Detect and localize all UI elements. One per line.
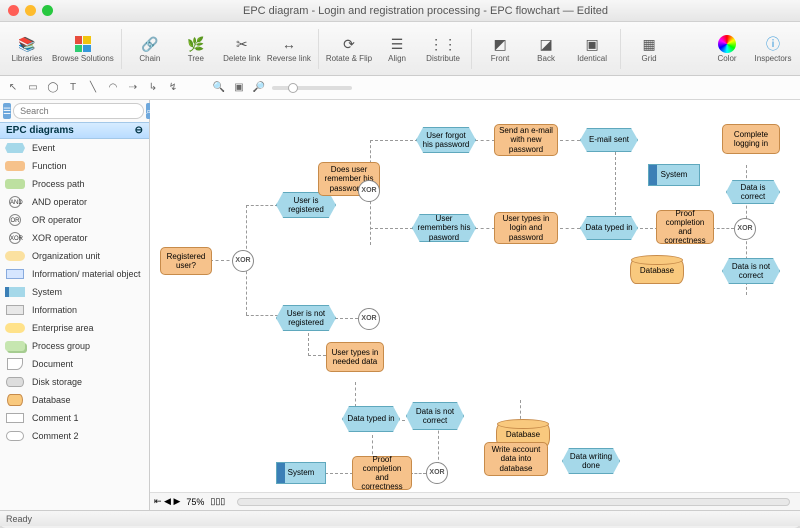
diagram-canvas[interactable]: Registered user? XOR User is registered … bbox=[150, 100, 800, 510]
libraries-button[interactable]: 📚Libraries bbox=[6, 25, 48, 73]
tool-connector2-icon[interactable]: ↳ bbox=[146, 81, 160, 95]
node-proof-a[interactable]: Proof completion and correctness bbox=[656, 210, 714, 244]
shape-item[interactable]: Organization unit bbox=[0, 247, 149, 265]
minimize-window[interactable] bbox=[25, 5, 36, 16]
status-text: Ready bbox=[6, 514, 32, 524]
tool-connector1-icon[interactable]: ⇢ bbox=[126, 81, 140, 95]
node-types-login[interactable]: User types in login and password bbox=[494, 212, 558, 244]
tool-zoom-out-icon[interactable]: 🔎 bbox=[252, 81, 266, 95]
shape-search: ☰ ⌕ bbox=[0, 100, 149, 122]
zoom-window[interactable] bbox=[42, 5, 53, 16]
panel-collapse-icon[interactable]: ⊖ bbox=[135, 125, 143, 136]
xor-1[interactable]: XOR bbox=[232, 250, 254, 272]
shape-item[interactable]: System bbox=[0, 283, 149, 301]
node-data-writing-done[interactable]: Data writing done bbox=[562, 448, 620, 474]
tool-rect-icon[interactable]: ▭ bbox=[26, 81, 40, 95]
shape-item[interactable]: Enterprise area bbox=[0, 319, 149, 337]
shape-item[interactable]: Comment 1 bbox=[0, 409, 149, 427]
main-toolbar: 📚Libraries Browse Solutions 🔗Chain 🌿Tree… bbox=[0, 22, 800, 76]
shape-item[interactable]: Event bbox=[0, 139, 149, 157]
window-titlebar: EPC diagram - Login and registration pro… bbox=[0, 0, 800, 22]
shape-item[interactable]: OROR operator bbox=[0, 211, 149, 229]
node-system-a[interactable]: System bbox=[648, 164, 700, 186]
node-data-not-correct-a[interactable]: Data is not correct bbox=[722, 258, 780, 284]
grid-button[interactable]: ▦Grid bbox=[628, 25, 670, 73]
shape-item[interactable]: XORXOR operator bbox=[0, 229, 149, 247]
shape-item[interactable]: Information bbox=[0, 301, 149, 319]
node-data-typed-a[interactable]: Data typed in bbox=[580, 216, 638, 240]
node-write-account[interactable]: Write account data into database bbox=[484, 442, 548, 476]
shapes-sidebar: ☰ ⌕ EPC diagrams⊖ EventFunctionProcess p… bbox=[0, 100, 150, 510]
tool-line-icon[interactable]: ╲ bbox=[86, 81, 100, 95]
node-complete-login[interactable]: Complete logging in bbox=[722, 124, 780, 154]
status-bar: Ready bbox=[0, 510, 800, 526]
tool-arrow-icon[interactable]: ↖ bbox=[6, 81, 20, 95]
identical-button[interactable]: ▣Identical bbox=[571, 25, 613, 73]
tool-ellipse-icon[interactable]: ◯ bbox=[46, 81, 60, 95]
color-button[interactable]: Color bbox=[706, 25, 748, 73]
canvas-area[interactable]: Registered user? XOR User is registered … bbox=[150, 100, 800, 510]
front-button[interactable]: ◩Front bbox=[479, 25, 521, 73]
page-nav[interactable]: ⇤ ◀ ▶ bbox=[154, 496, 180, 507]
node-email-sent[interactable]: E-mail sent bbox=[580, 128, 638, 152]
xor-5[interactable]: XOR bbox=[426, 462, 448, 484]
delete-link-button[interactable]: ✂Delete link bbox=[221, 25, 263, 73]
node-send-email[interactable]: Send an e-mail with new password bbox=[494, 124, 558, 156]
node-registered-user[interactable]: Registered user? bbox=[160, 247, 212, 275]
browse-solutions-button[interactable]: Browse Solutions bbox=[52, 25, 114, 73]
page-tabs[interactable]: ▯▯▯ bbox=[210, 496, 225, 507]
node-db-a[interactable]: Database bbox=[630, 258, 684, 284]
back-button[interactable]: ◪Back bbox=[525, 25, 567, 73]
node-data-correct[interactable]: Data is correct bbox=[726, 180, 780, 204]
shape-item[interactable]: Process path bbox=[0, 175, 149, 193]
node-user-remembers[interactable]: User remembers his pasword bbox=[412, 214, 476, 242]
tool-connector3-icon[interactable]: ↯ bbox=[166, 81, 180, 95]
node-system-b[interactable]: System bbox=[276, 462, 326, 484]
inspectors-button[interactable]: ⓘInspectors bbox=[752, 25, 794, 73]
shape-item[interactable]: Comment 2 bbox=[0, 427, 149, 445]
tree-button[interactable]: 🌿Tree bbox=[175, 25, 217, 73]
canvas-footer: ⇤ ◀ ▶ 75% ▯▯▯ bbox=[150, 492, 800, 510]
window-title: EPC diagram - Login and registration pro… bbox=[59, 5, 792, 17]
node-user-not-registered[interactable]: User is not registered bbox=[276, 305, 336, 331]
xor-2[interactable]: XOR bbox=[358, 180, 380, 202]
shape-list: EventFunctionProcess pathANDAND operator… bbox=[0, 139, 149, 510]
search-input[interactable] bbox=[13, 103, 144, 119]
node-data-not-correct-b[interactable]: Data is not correct bbox=[406, 402, 464, 430]
tool-text-icon[interactable]: T bbox=[66, 81, 80, 95]
node-user-forgot[interactable]: User forgot his password bbox=[416, 127, 476, 153]
shape-toolbar: ↖ ▭ ◯ T ╲ ◠ ⇢ ↳ ↯ 🔍 ▣ 🔎 bbox=[0, 76, 800, 100]
zoom-slider[interactable] bbox=[272, 86, 352, 90]
search-menu-icon[interactable]: ☰ bbox=[3, 103, 11, 119]
panel-header[interactable]: EPC diagrams⊖ bbox=[0, 122, 149, 139]
xor-3[interactable]: XOR bbox=[734, 218, 756, 240]
tool-zoom-in-icon[interactable]: 🔍 bbox=[212, 81, 226, 95]
tool-arc-icon[interactable]: ◠ bbox=[106, 81, 120, 95]
rotate-flip-button[interactable]: ⟳Rotate & Flip bbox=[326, 25, 372, 73]
shape-item[interactable]: ANDAND operator bbox=[0, 193, 149, 211]
tool-zoom-fit-icon[interactable]: ▣ bbox=[232, 81, 246, 95]
shape-item[interactable]: Document bbox=[0, 355, 149, 373]
close-window[interactable] bbox=[8, 5, 19, 16]
shape-item[interactable]: Function bbox=[0, 157, 149, 175]
align-button[interactable]: ☰Align bbox=[376, 25, 418, 73]
node-types-needed[interactable]: User types in needed data bbox=[326, 342, 384, 372]
hscrollbar[interactable] bbox=[237, 498, 790, 506]
shape-item[interactable]: Database bbox=[0, 391, 149, 409]
node-data-typed-b[interactable]: Data typed in bbox=[342, 406, 400, 432]
zoom-value[interactable]: 75% bbox=[186, 497, 204, 507]
xor-4[interactable]: XOR bbox=[358, 308, 380, 330]
reverse-link-button[interactable]: ↔Reverse link bbox=[267, 25, 311, 73]
node-proof-b[interactable]: Proof completion and correctness bbox=[352, 456, 412, 490]
distribute-button[interactable]: ⋮⋮Distribute bbox=[422, 25, 464, 73]
shape-item[interactable]: Disk storage bbox=[0, 373, 149, 391]
shape-item[interactable]: Information/ material object bbox=[0, 265, 149, 283]
shape-item[interactable]: Process group bbox=[0, 337, 149, 355]
chain-button[interactable]: 🔗Chain bbox=[129, 25, 171, 73]
